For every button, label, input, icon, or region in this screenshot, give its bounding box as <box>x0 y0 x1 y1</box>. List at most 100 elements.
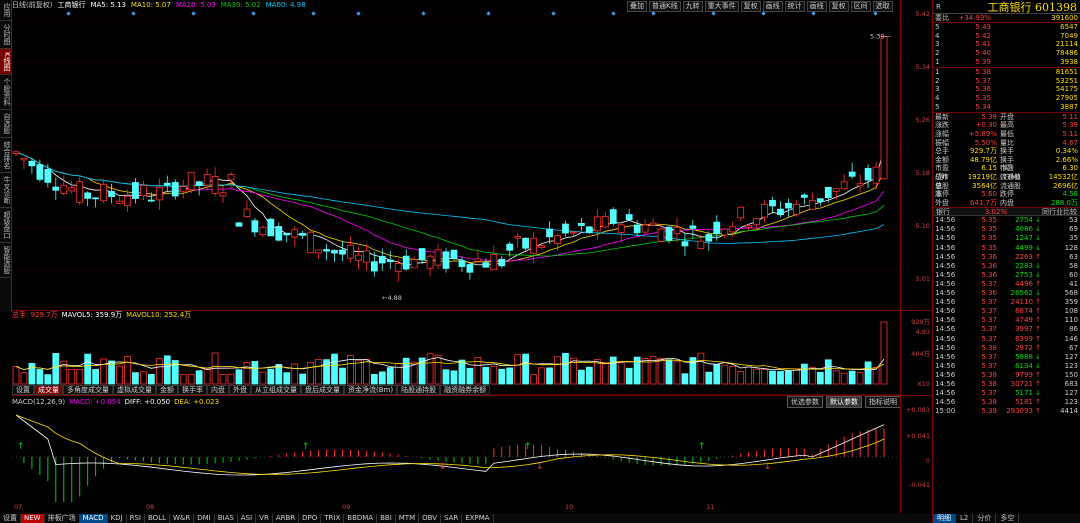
tick-row[interactable]: 14:56 5.37 3997 ↑ 86 <box>933 325 1080 334</box>
bottom-tab[interactable]: ASI <box>238 514 257 523</box>
indicator-tab[interactable]: 多角度成交量 <box>63 385 113 395</box>
tick-header: 银行 3.02% 同行业比较 <box>933 207 1080 217</box>
tick-row[interactable]: 14:56 5.37 4749 ↑ 110 <box>933 316 1080 325</box>
sidebar-item[interactable]: 自选股 <box>0 110 12 138</box>
indicator-tab[interactable]: 设置 <box>12 385 34 395</box>
tick-list[interactable]: 14:56 5.35 2754 ↓ 53 14:56 5.35 4086 ↓ 69 14:56 5… <box>933 216 1080 416</box>
bottom-tab[interactable]: KDJ <box>108 514 127 523</box>
bottom-tab[interactable]: VR <box>256 514 273 523</box>
tick-row[interactable]: 14:56 5.35 4499 ↓ 128 <box>933 244 1080 253</box>
tick-row[interactable]: 14:56 5.36 2283 ↓ 58 <box>933 262 1080 271</box>
macd-param-button[interactable]: 默认参数 <box>826 396 862 408</box>
candle-body <box>211 176 219 194</box>
volume-bar <box>251 361 259 385</box>
macd-param-button[interactable]: 优选参数 <box>787 396 823 408</box>
sector-name[interactable]: 银行 <box>936 208 950 216</box>
indicator-tab[interactable]: 盘后成交量 <box>301 385 344 395</box>
tick-row[interactable]: 14:56 5.38 9799 ↑ 150 <box>933 371 1080 380</box>
bottom-tab[interactable]: DMI <box>194 514 215 523</box>
tick-row[interactable]: 15:00 5.39 293093 ↑ 4414 <box>933 407 1080 416</box>
candle-body <box>307 231 315 254</box>
bottom-tab[interactable]: NEW <box>21 514 45 523</box>
quote-tab[interactable]: 分价 <box>973 514 997 523</box>
stat-value: 5.11 <box>1062 129 1078 138</box>
volume-bar <box>816 372 824 385</box>
indicator-tab[interactable]: 从立组成交量 <box>251 385 301 395</box>
tick-row[interactable]: 14:56 5.37 5171 ↓ 127 <box>933 389 1080 398</box>
bottom-tab[interactable]: 设置 <box>0 514 21 523</box>
tick-row[interactable]: 14:56 5.37 5888 ↓ 127 <box>933 353 1080 362</box>
tick-time: 15:00 <box>935 407 956 416</box>
indicator-tab[interactable]: 成交量 <box>34 385 63 395</box>
bottom-tab[interactable]: BOLL <box>145 514 170 523</box>
tick-row[interactable]: 14:56 5.35 2754 ↓ 53 <box>933 216 1080 225</box>
sidebar-item[interactable]: 综合排名 <box>0 138 12 173</box>
tick-row[interactable]: 14:56 5.37 6874 ↑ 108 <box>933 307 1080 316</box>
candle-body <box>132 182 139 199</box>
indicator-tab[interactable]: 陆股通持股 <box>397 385 441 395</box>
tick-row[interactable]: 14:56 5.35 4086 ↓ 69 <box>933 225 1080 234</box>
bottom-tab[interactable]: MACD <box>79 514 108 523</box>
sidebar-item[interactable]: 应用 <box>0 0 12 21</box>
tick-row[interactable]: 14:56 5.38 2972 ↑ 67 <box>933 344 1080 353</box>
date-label: 11 <box>706 503 715 511</box>
tick-row[interactable]: 14:56 5.36 2263 ↑ 63 <box>933 253 1080 262</box>
bottom-tab[interactable]: SAR <box>441 514 463 523</box>
bottom-tab[interactable]: OBV <box>419 514 442 523</box>
sidebar-item[interactable]: 牛叉诊断 <box>0 173 12 208</box>
tick-row[interactable]: 14:56 5.38 30721 ↑ 683 <box>933 380 1080 389</box>
quote-tab[interactable]: 多空 <box>996 514 1020 523</box>
sell-book: 5 5.43 6547 4 5.42 7049 3 5.41 21114 2 5.40 78486 1 5… <box>933 23 1080 68</box>
tick-row[interactable]: 14:56 5.37 6399 ↑ 146 <box>933 335 1080 344</box>
bottom-tab[interactable]: 排板广场 <box>45 514 80 523</box>
tick-row[interactable]: 14:56 5.37 24110 ↑ 359 <box>933 298 1080 307</box>
tick-row[interactable]: 14:56 5.38 5181 ↑ 123 <box>933 398 1080 407</box>
left-sidebar: 应用 分时图 K线图 个股资料 自选股 综合排名 牛叉诊断 超级盘口 智能选股 <box>0 0 12 312</box>
sidebar-item[interactable]: 超级盘口 <box>0 208 12 243</box>
stat-row: 总股本 3564亿 流通股 2696亿 <box>933 182 1080 199</box>
price-tick: 5.10 <box>915 222 930 230</box>
bottom-tab[interactable]: DPO <box>299 514 322 523</box>
indicator-tab[interactable]: 内盘 <box>207 385 229 395</box>
bottom-tab[interactable]: W&R <box>170 514 195 523</box>
candle-body <box>522 237 530 249</box>
bottom-tab[interactable]: RSI <box>127 514 145 523</box>
sidebar-item[interactable]: 个股资料 <box>0 75 12 110</box>
bottom-tab[interactable]: MTM <box>396 514 420 523</box>
quote-tab[interactable]: L2 <box>956 514 974 523</box>
bottom-tab[interactable]: TRIX <box>321 514 345 523</box>
tick-row[interactable]: 14:56 5.36 26562 ↓ 568 <box>933 289 1080 298</box>
indicator-tab[interactable]: 资金净流(Bm) <box>344 385 398 395</box>
bottom-tab[interactable]: ARBR <box>273 514 300 523</box>
candle-body <box>203 174 211 186</box>
sidebar-item[interactable]: K线图 <box>0 49 12 75</box>
bottom-tab[interactable]: EXPMA <box>462 514 494 523</box>
bottom-tab[interactable]: BBDMA <box>344 514 378 523</box>
tick-row[interactable]: 14:56 5.36 2753 ↓ 60 <box>933 271 1080 280</box>
tick-row[interactable]: 14:56 5.37 6134 ↓ 123 <box>933 362 1080 371</box>
indicator-tab[interactable]: 金额 <box>156 385 178 395</box>
indicator-tab[interactable]: 虚拟成交量 <box>113 385 156 395</box>
bottom-tab[interactable]: BIAS <box>215 514 238 523</box>
tick-row[interactable]: 14:56 5.37 4496 ↑ 41 <box>933 280 1080 289</box>
volume-bar <box>880 321 888 385</box>
sector-compare[interactable]: 同行业比较 <box>1042 208 1077 216</box>
volume-bar <box>466 367 474 385</box>
tick-row[interactable]: 14:56 5.35 1247 ↓ 35 <box>933 234 1080 243</box>
candle-body <box>179 186 187 192</box>
indicator-tab[interactable]: 外盘 <box>229 385 251 395</box>
bottom-tab[interactable]: BBI <box>377 514 396 523</box>
indicator-tab[interactable]: 换手率 <box>178 385 207 395</box>
period-label[interactable]: 日线(前复权) <box>12 0 52 10</box>
kline-chart[interactable]: 5.39— ←4.88 ↑ ↑ ↓ ↑ ↓ ↑ ↓ <box>12 10 900 502</box>
volume-bar <box>808 366 816 385</box>
bid-volume: 53251 <box>1055 76 1078 85</box>
bid-price: 5.35 <box>975 94 991 103</box>
sidebar-item[interactable]: 分时图 <box>0 21 12 49</box>
tick-time: 14:56 <box>935 325 956 334</box>
quote-tab[interactable]: 明细 <box>933 514 956 523</box>
indicator-tab[interactable]: 融资融券余额 <box>440 385 491 395</box>
sidebar-item[interactable]: 智能选股 <box>0 243 12 278</box>
quote-header: R 工商银行 601398 <box>933 0 1080 14</box>
macd-param-button[interactable]: 指标说明 <box>865 396 901 408</box>
